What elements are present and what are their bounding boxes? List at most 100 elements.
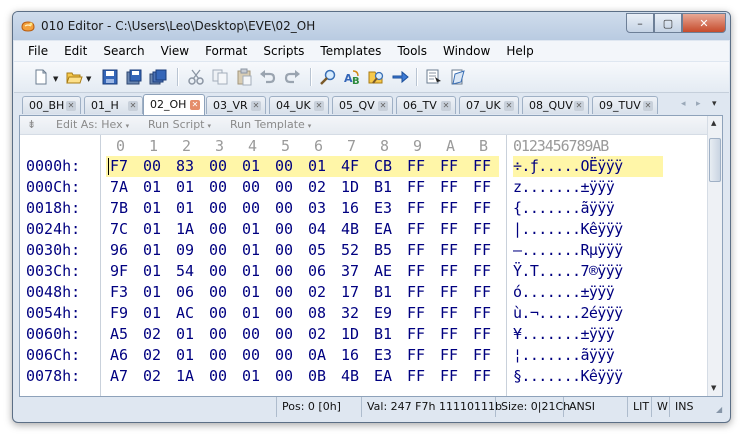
hex-byte[interactable]: 01: [176, 198, 194, 219]
menu-templates[interactable]: Templates: [312, 44, 389, 58]
hex-byte[interactable]: 00: [275, 324, 293, 345]
tab-04-uk[interactable]: 04_UK ✕: [269, 96, 329, 114]
hex-byte[interactable]: 00: [209, 198, 227, 219]
hex-byte[interactable]: FF: [440, 240, 458, 261]
hex-byte[interactable]: FF: [407, 156, 425, 177]
copy-icon[interactable]: [210, 67, 230, 87]
hex-byte[interactable]: 00: [143, 156, 161, 177]
menu-search[interactable]: Search: [95, 44, 152, 58]
tab-close-icon[interactable]: ✕: [128, 101, 138, 111]
hex-byte[interactable]: 37: [341, 261, 359, 282]
hex-byte[interactable]: 08: [308, 303, 326, 324]
hex-byte[interactable]: 0B: [308, 366, 326, 387]
hex-byte[interactable]: FF: [407, 366, 425, 387]
edit-as-dropdown[interactable]: Edit As: Hex ▾: [56, 118, 129, 131]
hex-byte[interactable]: 96: [110, 240, 128, 261]
hex-byte[interactable]: FF: [440, 282, 458, 303]
hex-byte[interactable]: 00: [275, 282, 293, 303]
hex-byte[interactable]: 00: [275, 366, 293, 387]
tab-06-tv[interactable]: 06_TV ✕: [396, 96, 456, 114]
save-as-icon[interactable]: [124, 67, 144, 87]
hex-byte[interactable]: 4B: [341, 219, 359, 240]
hex-byte[interactable]: 54: [176, 261, 194, 282]
tab-close-icon[interactable]: ✕: [190, 100, 200, 110]
hex-byte[interactable]: 00: [209, 156, 227, 177]
status-endian[interactable]: LIT: [627, 397, 651, 417]
hex-byte[interactable]: FF: [440, 261, 458, 282]
hex-byte[interactable]: 01: [143, 261, 161, 282]
menu-help[interactable]: Help: [498, 44, 541, 58]
hex-byte[interactable]: 01: [176, 345, 194, 366]
tab-02-oh[interactable]: 02_OH ✕: [143, 94, 205, 115]
run-template-dropdown[interactable]: Run Template ▾: [230, 118, 311, 131]
maximize-button[interactable]: ▢: [654, 13, 682, 33]
hex-byte[interactable]: FF: [473, 345, 491, 366]
hex-byte[interactable]: 01: [143, 240, 161, 261]
ascii-text[interactable]: ÷.ƒ.....OËÿÿÿ: [513, 156, 623, 177]
hex-byte[interactable]: 00: [275, 303, 293, 324]
hex-byte[interactable]: 01: [242, 366, 260, 387]
hex-byte[interactable]: 00: [242, 345, 260, 366]
ascii-text[interactable]: |.......Kêÿÿÿ: [513, 219, 623, 240]
menu-scripts[interactable]: Scripts: [255, 44, 312, 58]
hex-byte[interactable]: 4F: [341, 156, 359, 177]
hex-byte[interactable]: EA: [374, 366, 392, 387]
hex-byte[interactable]: 01: [143, 177, 161, 198]
hex-byte[interactable]: FF: [473, 366, 491, 387]
tab-close-icon[interactable]: ✕: [574, 101, 584, 111]
hex-byte[interactable]: 05: [308, 240, 326, 261]
hex-byte[interactable]: AC: [176, 303, 194, 324]
hex-byte[interactable]: EA: [374, 219, 392, 240]
hex-byte[interactable]: 00: [209, 261, 227, 282]
hex-byte[interactable]: 06: [308, 261, 326, 282]
resize-grip-icon[interactable]: ◢: [716, 405, 726, 415]
editor-options-icon[interactable]: ⇟: [27, 118, 36, 131]
hex-byte[interactable]: F3: [110, 282, 128, 303]
tab-07-uk[interactable]: 07_UK ✕: [459, 96, 519, 114]
hex-byte[interactable]: AE: [374, 261, 392, 282]
menu-view[interactable]: View: [153, 44, 197, 58]
hex-byte[interactable]: 01: [242, 261, 260, 282]
scroll-down-icon[interactable]: ▼: [711, 384, 716, 392]
hex-byte[interactable]: 02: [308, 177, 326, 198]
hex-byte[interactable]: FF: [473, 261, 491, 282]
hex-byte[interactable]: CB: [374, 156, 392, 177]
menu-edit[interactable]: Edit: [56, 44, 95, 58]
hex-byte[interactable]: 17: [341, 282, 359, 303]
hex-byte[interactable]: 16: [341, 198, 359, 219]
hex-byte[interactable]: 02: [143, 345, 161, 366]
vertical-scrollbar[interactable]: ▲ ▼: [707, 116, 722, 396]
hex-byte[interactable]: 0A: [308, 345, 326, 366]
hex-byte[interactable]: 00: [275, 219, 293, 240]
tab-08-quv[interactable]: 08_QUV ✕: [522, 96, 589, 114]
hex-byte[interactable]: 03: [308, 198, 326, 219]
hex-byte[interactable]: FF: [407, 324, 425, 345]
tab-close-icon[interactable]: ✕: [441, 101, 451, 111]
open-dropdown-icon[interactable]: ▼: [86, 75, 91, 83]
hex-byte[interactable]: 00: [242, 177, 260, 198]
hex-byte[interactable]: 00: [275, 240, 293, 261]
tab-05-qv[interactable]: 05_QV ✕: [332, 96, 393, 114]
hex-byte[interactable]: FF: [473, 156, 491, 177]
hex-byte[interactable]: FF: [473, 240, 491, 261]
hex-byte[interactable]: FF: [407, 219, 425, 240]
hex-byte[interactable]: 7A: [110, 177, 128, 198]
hex-byte[interactable]: 00: [275, 345, 293, 366]
tab-list-icon[interactable]: ▾: [712, 99, 717, 109]
hex-byte[interactable]: 1A: [176, 219, 194, 240]
open-folder-icon[interactable]: [64, 67, 84, 87]
hex-byte[interactable]: FF: [407, 303, 425, 324]
hex-editor[interactable]: ⇟ Edit As: Hex ▾ Run Script ▾ Run Template…: [19, 115, 723, 397]
hex-byte[interactable]: FF: [473, 198, 491, 219]
hex-byte[interactable]: 52: [341, 240, 359, 261]
hex-byte[interactable]: 01: [143, 219, 161, 240]
paste-icon[interactable]: [234, 67, 254, 87]
tab-close-icon[interactable]: ✕: [504, 101, 514, 111]
tab-scroll-right-icon[interactable]: ▸: [696, 99, 701, 109]
hex-byte[interactable]: 00: [209, 303, 227, 324]
hex-byte[interactable]: 16: [341, 345, 359, 366]
new-file-dropdown-icon[interactable]: ▼: [53, 75, 58, 83]
run-icon[interactable]: [424, 67, 444, 87]
hex-byte[interactable]: 01: [242, 240, 260, 261]
template-icon[interactable]: [448, 67, 468, 87]
